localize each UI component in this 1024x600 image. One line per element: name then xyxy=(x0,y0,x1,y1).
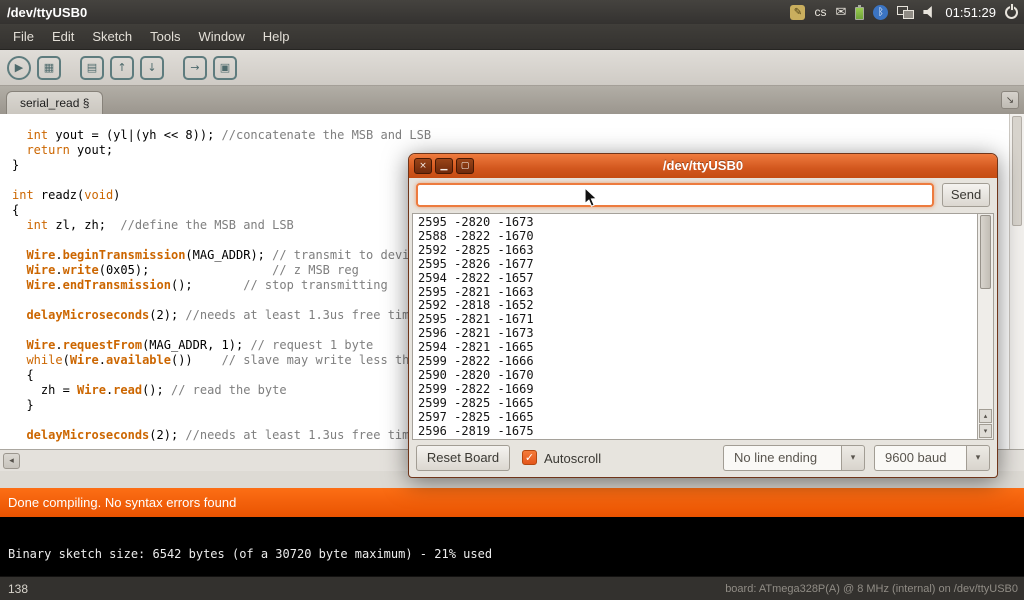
serial-line: 2595 -2821 -1671 xyxy=(418,313,977,327)
mail-icon[interactable]: ✉ xyxy=(835,5,846,20)
cursor-line-number: 138 xyxy=(0,582,28,596)
system-tray: ✎ cs ✉ ᛒ 01:51:29 xyxy=(790,5,1024,20)
serial-line: 2595 -2821 -1663 xyxy=(418,286,977,300)
menu-item-sketch[interactable]: Sketch xyxy=(83,24,141,49)
tab-serial-read[interactable]: serial_read § xyxy=(6,91,103,114)
network-icon[interactable] xyxy=(897,6,914,19)
serial-input-row: Send xyxy=(409,178,997,213)
serial-line: 2595 -2820 -1673 xyxy=(418,216,977,230)
toolbar: ▶▦ ▤↑↓ →▣ xyxy=(0,50,1024,86)
line-ending-dropdown[interactable]: No line ending ▾ xyxy=(723,445,865,471)
menu-item-window[interactable]: Window xyxy=(189,24,253,49)
menubar: FileEditSketchToolsWindowHelp xyxy=(0,24,1024,50)
autoscroll-checkbox[interactable]: ✓ xyxy=(522,450,537,465)
scroll-down-button[interactable]: ▾ xyxy=(979,424,992,438)
serial-line: 2592 -2825 -1663 xyxy=(418,244,977,258)
new-sketch-button[interactable]: ▤ xyxy=(80,56,104,80)
baud-rate-value: 9600 baud xyxy=(874,445,966,471)
chevron-down-icon[interactable]: ▾ xyxy=(966,445,990,471)
menu-item-help[interactable]: Help xyxy=(254,24,299,49)
minimize-button[interactable]: ▁ xyxy=(435,158,453,174)
serial-line: 2590 -2820 -1670 xyxy=(418,369,977,383)
serial-monitor-controls: Reset Board ✓ Autoscroll No line ending … xyxy=(409,440,997,477)
window-title: /dev/ttyUSB0 xyxy=(0,5,87,20)
scroll-up-button[interactable]: ▴ xyxy=(979,409,992,423)
serial-line: 2594 -2821 -1665 xyxy=(418,341,977,355)
serial-input[interactable] xyxy=(416,183,934,207)
chevron-down-icon[interactable]: ▾ xyxy=(841,445,865,471)
serial-output-area[interactable]: 2595 -2820 -16732588 -2822 -16702592 -28… xyxy=(412,213,978,440)
power-icon[interactable] xyxy=(1005,6,1018,19)
clock[interactable]: 01:51:29 xyxy=(945,5,996,20)
menu-item-tools[interactable]: Tools xyxy=(141,24,189,49)
board-info: board: ATmega328P(A) @ 8 MHz (internal) … xyxy=(725,583,1024,595)
upload-button[interactable]: → xyxy=(183,56,207,80)
battery-icon[interactable] xyxy=(855,7,864,20)
serial-line: 2596 -2819 -1675 xyxy=(418,425,977,439)
mouse-cursor-icon xyxy=(584,187,599,213)
line-ending-value: No line ending xyxy=(723,445,841,471)
code-line: int yout = (yl|(yh << 8)); //concatenate… xyxy=(12,128,1024,143)
serial-line: 2592 -2818 -1652 xyxy=(418,299,977,313)
serial-line: 2595 -2826 -1677 xyxy=(418,258,977,272)
open-sketch-button[interactable]: ↑ xyxy=(110,56,134,80)
baud-rate-dropdown[interactable]: 9600 baud ▾ xyxy=(874,445,990,471)
serial-line: 2594 -2822 -1657 xyxy=(418,272,977,286)
tab-menu-button[interactable]: ↘ xyxy=(1001,91,1019,109)
top-panel: /dev/ttyUSB0 ✎ cs ✉ ᛒ 01:51:29 xyxy=(0,0,1024,24)
serial-scrollbar[interactable]: ▴ ▾ xyxy=(978,213,994,440)
menu-item-file[interactable]: File xyxy=(4,24,43,49)
serial-line: 2596 -2821 -1673 xyxy=(418,327,977,341)
bluetooth-icon[interactable]: ᛒ xyxy=(873,5,888,20)
tabbar: serial_read § ↘ xyxy=(0,86,1024,114)
volume-icon[interactable] xyxy=(923,6,936,18)
compile-status-bar: Done compiling. No syntax errors found xyxy=(0,488,1024,517)
footer-statusbar: 138 board: ATmega328P(A) @ 8 MHz (intern… xyxy=(0,576,1024,600)
serial-monitor-button[interactable]: ▣ xyxy=(213,56,237,80)
serial-line: 2597 -2825 -1665 xyxy=(418,411,977,425)
editor-vertical-scrollbar[interactable] xyxy=(1009,114,1024,449)
scrollbar-thumb[interactable] xyxy=(1012,116,1022,226)
serial-line: 2599 -2825 -1665 xyxy=(418,397,977,411)
serial-monitor-title: /dev/ttyUSB0 xyxy=(409,154,997,178)
serial-monitor-window: /dev/ttyUSB0 × ▁ ▢ Send 2595 -2820 -1673… xyxy=(408,153,998,478)
autoscroll-label: Autoscroll xyxy=(544,440,601,477)
keyboard-layout-label[interactable]: cs xyxy=(814,5,826,19)
build-console: Binary sketch size: 6542 bytes (of a 307… xyxy=(0,517,1024,576)
reset-board-button[interactable]: Reset Board xyxy=(416,445,510,471)
send-button[interactable]: Send xyxy=(942,183,990,207)
serial-output-lines: 2595 -2820 -16732588 -2822 -16702592 -28… xyxy=(413,214,977,439)
serial-monitor-titlebar[interactable]: /dev/ttyUSB0 × ▁ ▢ xyxy=(409,154,997,178)
close-button[interactable]: × xyxy=(414,158,432,174)
menu-item-edit[interactable]: Edit xyxy=(43,24,83,49)
stop-button[interactable]: ▦ xyxy=(37,56,61,80)
serial-line: 2588 -2822 -1670 xyxy=(418,230,977,244)
scrollbar-thumb[interactable] xyxy=(980,215,991,289)
scroll-left-button[interactable]: ◂ xyxy=(3,453,20,469)
verify-button[interactable]: ▶ xyxy=(7,56,31,80)
keyboard-indicator-icon[interactable]: ✎ xyxy=(790,5,805,20)
maximize-button[interactable]: ▢ xyxy=(456,158,474,174)
save-sketch-button[interactable]: ↓ xyxy=(140,56,164,80)
window-buttons: × ▁ ▢ xyxy=(414,158,474,174)
screen: /dev/ttyUSB0 ✎ cs ✉ ᛒ 01:51:29 FileEditS… xyxy=(0,0,1024,600)
combo-group: No line ending ▾ 9600 baud ▾ xyxy=(723,445,990,471)
serial-line: 2599 -2822 -1666 xyxy=(418,355,977,369)
serial-line: 2599 -2822 -1669 xyxy=(418,383,977,397)
